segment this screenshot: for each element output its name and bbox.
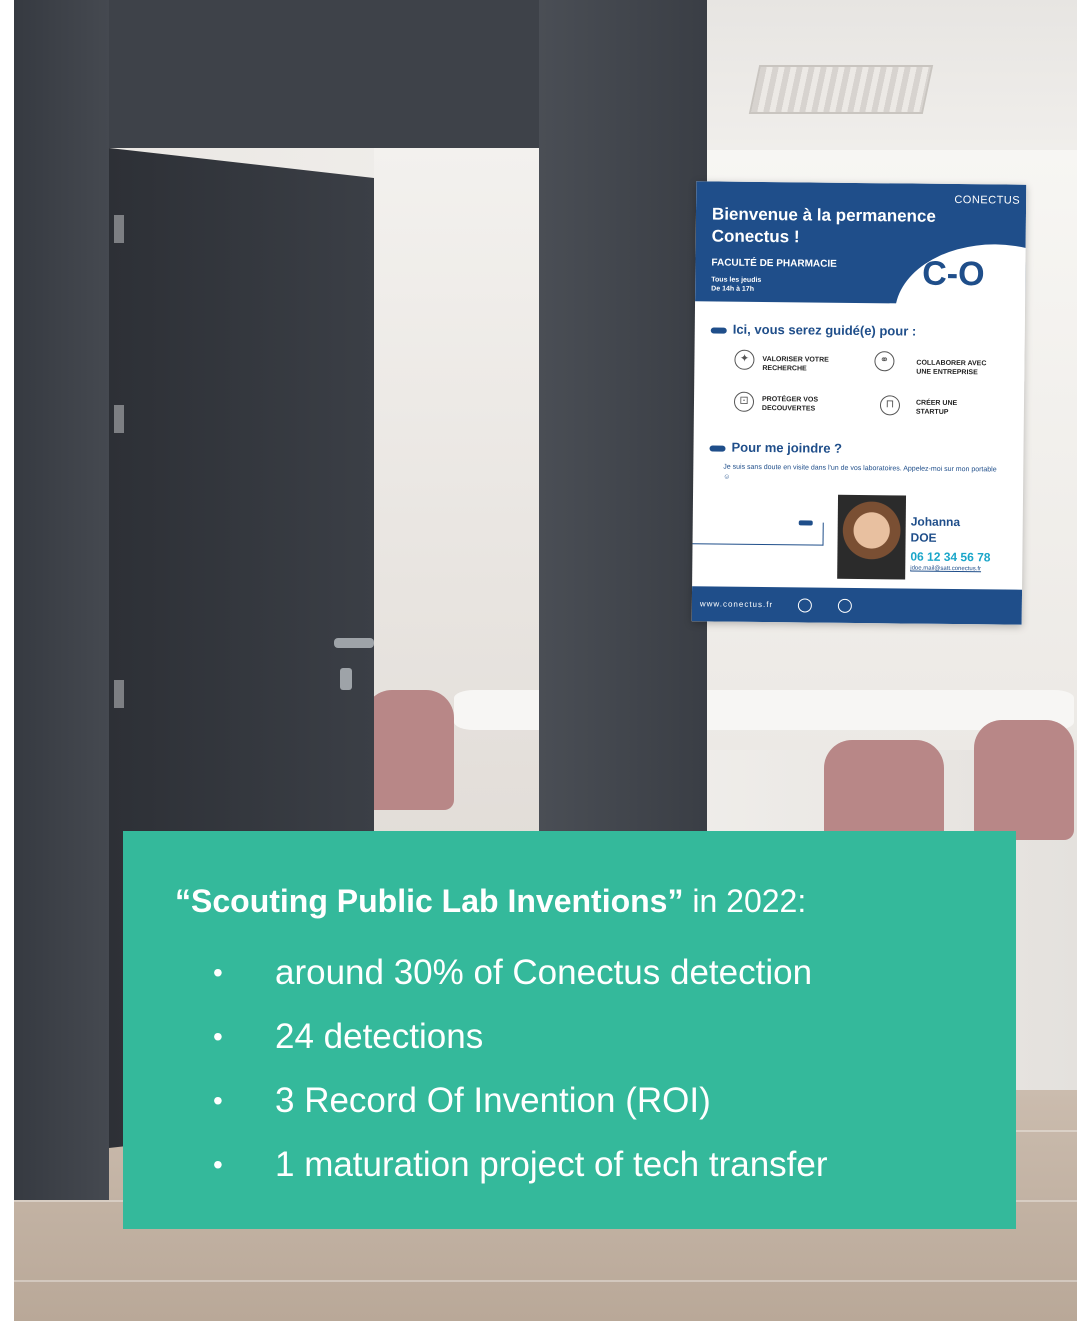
service-proteger: PROTÉGER VOS DECOUVERTES — [761, 395, 819, 413]
service-collaborer: COLLABORER AVEC UNE ENTREPRISE — [916, 359, 987, 376]
floor-tile-line — [14, 1280, 1077, 1282]
lightbulb-icon: ✦ — [734, 349, 755, 370]
partner-logo-icon — [797, 598, 812, 613]
handshake-icon: ⚭ — [874, 351, 895, 372]
shirt-icon: ⊓ — [879, 395, 901, 416]
poster-brand: CONECTUS — [954, 193, 1021, 207]
service-creer: CRÉER UNE STARTUP — [915, 399, 958, 416]
bullet-icon: • — [213, 957, 223, 988]
list-item-text: 1 maturation project of tech transfer — [275, 1145, 828, 1184]
list-item: • 24 detections — [213, 1005, 828, 1069]
door-frame-right — [539, 0, 707, 840]
poster-schedule: Tous les jeudis De 14h à 17h — [711, 275, 761, 294]
list-item-text: around 30% of Conectus detection — [275, 953, 813, 992]
chair — [364, 690, 454, 810]
poster-section-contact: Pour me joindre ? — [709, 439, 843, 456]
section-marker-icon — [709, 444, 726, 452]
poster-website: www.conectus.fr — [699, 599, 774, 610]
bullet-icon: • — [213, 1149, 223, 1180]
list-item: • 1 maturation project of tech transfer — [213, 1133, 828, 1197]
highlight-box: “Scouting Public Lab Inventions” in 2022… — [123, 831, 1016, 1229]
door-hinge — [114, 680, 124, 708]
poster-section-guide-text: Ici, vous serez guidé(e) pour : — [732, 321, 917, 339]
highlight-list: • around 30% of Conectus detection • 24 de… — [213, 941, 828, 1197]
contact-portrait — [837, 494, 907, 580]
conectus-poster: CONECTUS Bienvenue à la permanence Conec… — [691, 181, 1027, 625]
poster-welcome-line1: Bienvenue à la permanence — [711, 204, 936, 226]
chair — [974, 720, 1074, 840]
bullet-icon: • — [213, 1021, 223, 1052]
conectus-logo: C-O — [921, 254, 985, 294]
partner-logo-icon — [837, 598, 852, 613]
poster-section-guide: Ici, vous serez guidé(e) pour : — [710, 321, 917, 339]
padlock-icon: ⊡ — [733, 391, 755, 412]
contact-name: Johanna DOE — [911, 514, 961, 547]
connector-marker — [798, 520, 813, 526]
door-frame-left — [14, 0, 109, 1200]
list-item: • around 30% of Conectus detection — [213, 941, 828, 1005]
highlight-title: “Scouting Public Lab Inventions” in 2022… — [175, 883, 806, 920]
highlight-title-rest: in 2022: — [683, 883, 807, 919]
contact-last-name: DOE — [910, 530, 937, 545]
poster-schedule-hours: De 14h à 17h — [711, 285, 755, 293]
door-handle — [334, 638, 374, 648]
door-lock — [340, 668, 352, 690]
ceiling-vent — [748, 65, 934, 114]
contact-email: jdoe.mail@satt.conectus.fr — [910, 565, 982, 573]
poster-section-contact-text: Pour me joindre ? — [731, 439, 843, 456]
bullet-icon: • — [213, 1085, 223, 1116]
list-item-text: 24 detections — [275, 1017, 484, 1056]
contact-first-name: Johanna — [910, 514, 961, 530]
highlight-title-bold: “Scouting Public Lab Inventions” — [175, 883, 684, 919]
service-valoriser: VALORISER VOTRE RECHERCHE — [762, 355, 829, 372]
contact-phone: 06 12 34 56 78 — [910, 549, 991, 565]
list-item-text: 3 Record Of Invention (ROI) — [275, 1081, 711, 1120]
section-marker-icon — [710, 327, 727, 334]
list-item: • 3 Record Of Invention (ROI) — [213, 1069, 828, 1133]
poster-faculty: FACULTÉ DE PHARMACIE — [711, 257, 837, 270]
poster-welcome: Bienvenue à la permanence Conectus ! — [712, 203, 972, 250]
door-hinge — [114, 215, 124, 243]
door-hinge — [114, 405, 124, 433]
poster-note: Je suis sans doute en visite dans l'un d… — [723, 463, 997, 481]
poster-welcome-line2: Conectus ! — [711, 226, 800, 247]
